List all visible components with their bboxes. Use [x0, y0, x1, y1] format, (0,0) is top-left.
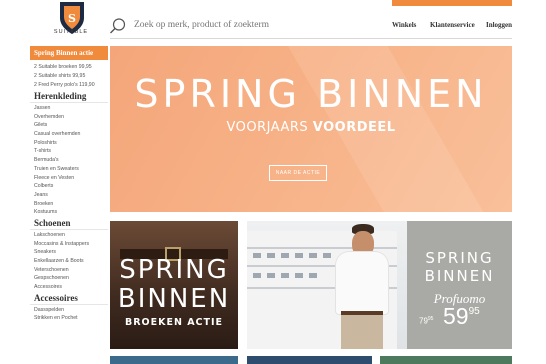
ship-window — [267, 273, 275, 278]
hero-subtitle-light: VOORJAARS — [226, 120, 309, 135]
ship-window — [323, 253, 331, 258]
top-accent-bar — [392, 0, 512, 6]
sidebar-item[interactable]: Strikken en Pochet — [30, 314, 108, 323]
sidebar-item[interactable]: Moccasins & Instappers — [30, 240, 108, 249]
sidebar-item[interactable]: Bermuda's — [30, 156, 108, 165]
price-panel-title-line2: BINNEN — [424, 267, 495, 285]
sidebar-promo-item[interactable]: 2 Suitable broeken 99,95 — [30, 63, 108, 72]
ship-deck-line — [247, 247, 397, 249]
hero-subtitle-bold: VOORDEEL — [312, 120, 396, 135]
sidebar-item[interactable]: Sneakers — [30, 248, 108, 257]
sidebar-category-herenkleding[interactable]: Herenkleding — [30, 90, 108, 103]
old-price: 7995 — [419, 316, 433, 326]
ship-window — [253, 273, 261, 278]
sidebar-item[interactable]: Casual overhemden — [30, 130, 108, 139]
sidebar-item[interactable]: Gilets — [30, 121, 108, 130]
sidebar-item[interactable]: Truien en Sweaters — [30, 165, 108, 174]
nav-inloggen[interactable]: Inloggen — [486, 21, 512, 29]
sidebar-category-accessoires[interactable]: Accessoires — [30, 292, 108, 305]
ship-window — [267, 253, 275, 258]
new-price-cents: 95 — [468, 306, 480, 317]
sidebar-item[interactable]: T-shirts — [30, 147, 108, 156]
promo-tile-profuomo[interactable]: SPRING BINNEN Profuomo 7995 5995 — [247, 221, 512, 349]
sidebar-item[interactable]: Veterschoenen — [30, 266, 108, 275]
ship-window — [295, 253, 303, 258]
tile-title-line2: BINNEN — [117, 284, 231, 314]
hero-title: SPRING BINNEN — [134, 72, 488, 116]
sidebar-item[interactable]: Gespschoenen — [30, 274, 108, 283]
tile-title-line1: SPRING — [119, 255, 229, 285]
hero-cta-button[interactable]: NAAR DE ACTIE — [269, 165, 327, 181]
bottom-tile[interactable] — [110, 356, 238, 364]
old-price-cents: 95 — [427, 316, 434, 322]
sidebar-promo-item[interactable]: 2 Fred Perry polo's 119,90 — [30, 81, 108, 90]
ship-window — [309, 273, 317, 278]
price-panel: SPRING BINNEN Profuomo 7995 5995 — [407, 221, 512, 349]
price-panel-title-line1: SPRING — [425, 249, 494, 267]
model-pants — [341, 315, 383, 349]
sidebar-item[interactable]: Colberts — [30, 182, 108, 191]
model-shirt — [335, 251, 389, 315]
tile-subtitle: BROEKEN ACTIE — [124, 317, 224, 328]
sidebar-item[interactable]: Enkellaarzen & Boots — [30, 257, 108, 266]
old-price-main: 79 — [419, 316, 428, 326]
sidebar-item[interactable]: Overhemden — [30, 113, 108, 122]
hero-banner[interactable]: SPRING BINNEN VOORJAARS VOORDEEL NAAR DE… — [110, 46, 512, 212]
ship-window — [253, 253, 261, 258]
sidebar: Spring Binnen actie 2 Suitable broeken 9… — [30, 46, 108, 323]
sidebar-item[interactable]: Kostuums — [30, 208, 108, 217]
sidebar-item[interactable]: Jeans — [30, 191, 108, 200]
hero-subtitle: VOORJAARS VOORDEEL — [110, 120, 512, 135]
sidebar-promo-heading[interactable]: Spring Binnen actie — [30, 46, 108, 60]
sidebar-item[interactable]: Broeken — [30, 200, 108, 209]
ship-window — [295, 273, 303, 278]
sidebar-item[interactable]: Accessoires — [30, 283, 108, 292]
sidebar-item[interactable]: Lakschoenen — [30, 231, 108, 240]
sidebar-promo-item[interactable]: 2 Suitable shirts 99,95 — [30, 72, 108, 81]
sidebar-item[interactable]: Jassen — [30, 104, 108, 113]
bottom-tile[interactable] — [380, 356, 512, 364]
search-underline — [110, 38, 512, 39]
search-input[interactable] — [134, 17, 364, 33]
ship-window — [281, 273, 289, 278]
promo-tile-broeken[interactable]: SPRING BINNEN BROEKEN ACTIE — [110, 221, 238, 349]
sidebar-item[interactable]: Fleece en Vesten — [30, 174, 108, 183]
nav-winkels[interactable]: Winkels — [392, 21, 416, 29]
sidebar-category-schoenen[interactable]: Schoenen — [30, 217, 108, 230]
ship-window — [309, 253, 317, 258]
sidebar-item[interactable]: Dassspelden — [30, 306, 108, 315]
new-price-main: 59 — [443, 303, 469, 329]
logo-wordmark: SUITABLE — [53, 29, 89, 35]
sidebar-item[interactable]: Poloshirts — [30, 139, 108, 148]
new-price: 5995 — [443, 303, 480, 330]
nav-klantenservice[interactable]: Klantenservice — [430, 21, 475, 29]
bottom-tile[interactable] — [247, 356, 372, 364]
ship-window — [281, 253, 289, 258]
search-icon[interactable] — [109, 17, 127, 35]
svg-text:S: S — [68, 12, 76, 25]
